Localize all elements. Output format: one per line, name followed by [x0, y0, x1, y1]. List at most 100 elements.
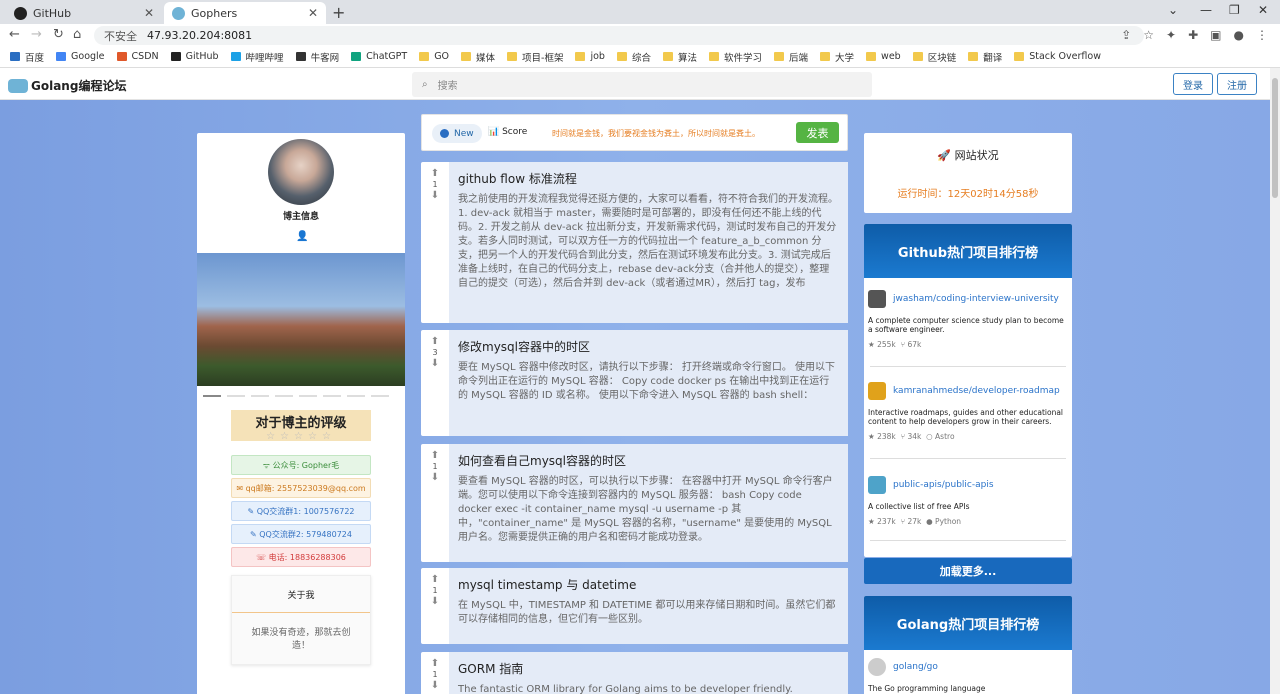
star-icon[interactable]: ☆: [1143, 28, 1154, 42]
bookmark-item[interactable]: 翻译: [968, 50, 1002, 64]
bookmark-item[interactable]: Stack Overflow: [1014, 51, 1101, 62]
post-title[interactable]: 如何查看自己mysql容器的时区: [458, 452, 838, 469]
site-logo[interactable]: Golang编程论坛: [8, 77, 126, 94]
page-scrollbar[interactable]: [1270, 68, 1280, 694]
vote-box: ⬆ 1 ⬇: [421, 568, 449, 644]
back-icon[interactable]: ←: [9, 27, 20, 42]
repo-desc: Interactive roadmaps, guides and other e…: [868, 408, 1064, 426]
extension-icon[interactable]: ✦: [1166, 28, 1176, 42]
post-card[interactable]: ⬆ 3 ⬇ 修改mysql容器中的时区要在 MySQL 容器中修改时区，请执行以下步骤…: [421, 330, 848, 436]
repo-link[interactable]: kamranahmedse/developer-roadmap: [868, 382, 1068, 400]
repo-desc: The Go programming language: [868, 684, 986, 693]
post-title[interactable]: 修改mysql容器中的时区: [458, 338, 838, 355]
forward-icon[interactable]: →: [31, 27, 42, 42]
bookmark-item[interactable]: GO: [419, 51, 449, 62]
carousel-dot[interactable]: [227, 395, 245, 397]
bookmark-item[interactable]: 大学: [820, 50, 854, 64]
bookmark-item[interactable]: 后端: [774, 50, 808, 64]
carousel-dot[interactable]: [203, 395, 221, 397]
chevron-down-icon[interactable]: ⌄: [1168, 3, 1178, 17]
carousel-dot[interactable]: [275, 395, 293, 397]
profile-avatar[interactable]: ●: [1234, 28, 1244, 42]
bookmark-item[interactable]: 综合: [616, 50, 651, 64]
post-card[interactable]: ⬆ 1 ⬇ GORM 指南 The fantastic ORM library for …: [421, 652, 848, 694]
search-input[interactable]: ⌕ 搜索: [412, 72, 872, 97]
downvote-icon[interactable]: ⬇: [431, 358, 439, 369]
tab-github[interactable]: GitHub ✕: [6, 2, 162, 24]
sidebar-icon[interactable]: ▣: [1210, 28, 1221, 42]
load-more-button[interactable]: 加载更多...: [864, 558, 1072, 584]
upvote-icon[interactable]: ⬆: [431, 574, 439, 585]
downvote-icon[interactable]: ⬇: [431, 680, 439, 691]
reload-icon[interactable]: ↻: [53, 27, 64, 42]
golang-ranking-card: Golang热门项目排行榜 golang/go The Go programmi…: [864, 596, 1072, 694]
repo-stats: ★ 238k ⑂ 34k ○ Astro: [868, 432, 1068, 441]
bookmark-item[interactable]: CSDN: [116, 51, 159, 62]
repo-link[interactable]: public-apis/public-apis: [868, 476, 1068, 494]
bookmark-item[interactable]: 软件学习: [709, 50, 762, 64]
vote-box: ⬆ 3 ⬇: [421, 330, 449, 436]
carousel-dot[interactable]: [323, 395, 341, 397]
scrollbar-thumb[interactable]: [1272, 78, 1278, 198]
repo-link[interactable]: jwasham/coding-interview-university: [868, 290, 1068, 308]
bookmark-item[interactable]: 媒体: [461, 50, 495, 64]
tab-new[interactable]: New: [432, 124, 482, 143]
bookmark-item[interactable]: 项目-框架: [507, 50, 563, 64]
bookmark-item[interactable]: GitHub: [170, 51, 219, 62]
post-button[interactable]: 发表: [796, 122, 839, 143]
post-card[interactable]: ⬆ 1 ⬇ 如何查看自己mysql容器的时区 要查看 MySQL 容器的时区，可以执行以…: [421, 444, 848, 562]
tab-gophers[interactable]: Gophers ✕: [164, 2, 326, 24]
user-icon[interactable]: 👤: [296, 231, 308, 242]
tab-score[interactable]: 📊 Score: [488, 127, 527, 137]
upvote-icon[interactable]: ⬆: [431, 658, 439, 669]
downvote-icon[interactable]: ⬇: [431, 472, 439, 483]
contact-qq-group-1: ✎ QQ交流群1: 1007576722: [231, 501, 371, 521]
carousel-indicators[interactable]: [203, 395, 389, 397]
bookmark-label: 翻译: [983, 52, 1003, 64]
carousel-dot[interactable]: [299, 395, 317, 397]
vote-box: ⬆ 1 ⬇: [421, 444, 449, 562]
bookmark-item[interactable]: 哔哩哔哩: [230, 50, 284, 64]
home-icon[interactable]: ⌂: [73, 27, 81, 42]
register-button[interactable]: 注册: [1217, 73, 1257, 95]
login-button[interactable]: 登录: [1173, 73, 1213, 95]
bookmark-item[interactable]: Google: [56, 51, 105, 62]
post-excerpt: 我之前使用的开发流程我觉得还挺方便的，大家可以看看，符不符合我们的开发流程。1.…: [458, 194, 838, 289]
post-excerpt: 要在 MySQL 容器中修改时区，请执行以下步骤： 打开终端或命令行窗口。 使用…: [458, 362, 836, 401]
post-title[interactable]: mysql timestamp 与 datetime: [458, 576, 838, 593]
repo-name: jwasham/coding-interview-university: [893, 294, 1059, 304]
carousel-dot[interactable]: [251, 395, 269, 397]
upvote-icon[interactable]: ⬆: [431, 336, 439, 347]
downvote-icon[interactable]: ⬇: [431, 596, 439, 607]
bookmark-item[interactable]: 区块链: [912, 50, 956, 64]
puzzle-icon[interactable]: ✚: [1188, 28, 1198, 42]
bookmark-item[interactable]: ChatGPT: [351, 51, 407, 62]
address-bar[interactable]: 不安全 47.93.20.204:8081: [94, 26, 1144, 45]
upvote-icon[interactable]: ⬆: [431, 168, 439, 179]
menu-icon[interactable]: ⋮: [1256, 28, 1268, 42]
bookmark-item[interactable]: web: [866, 51, 901, 62]
close-icon[interactable]: ✕: [144, 6, 154, 20]
close-window-button[interactable]: ✕: [1258, 3, 1268, 17]
browser-tab-bar: GitHub ✕ Gophers ✕ + ⌄ — ❐ ✕: [0, 0, 1280, 24]
post-title[interactable]: GORM 指南: [458, 660, 838, 677]
close-icon[interactable]: ✕: [308, 6, 318, 20]
repo-link[interactable]: golang/go: [868, 658, 1068, 676]
upvote-icon[interactable]: ⬆: [431, 450, 439, 461]
bookmark-item[interactable]: 百度: [10, 50, 44, 64]
post-title[interactable]: github flow 标准流程: [458, 170, 838, 187]
bookmark-item[interactable]: job: [575, 51, 605, 62]
bookmark-item[interactable]: 算法: [662, 50, 697, 64]
bookmark-item[interactable]: 牛客网: [295, 50, 339, 64]
share-icon[interactable]: ⇪: [1121, 28, 1131, 42]
downvote-icon[interactable]: ⬇: [431, 190, 439, 201]
carousel-dot[interactable]: [347, 395, 365, 397]
minimize-button[interactable]: —: [1200, 3, 1212, 17]
new-tab-button[interactable]: +: [332, 3, 345, 22]
rating-stars[interactable]: ☆☆☆☆☆: [231, 431, 371, 442]
post-card[interactable]: ⬆ 1 ⬇ mysql timestamp 与 datetime 在 MySQL 中，T…: [421, 568, 848, 644]
bookmark-label: 哔哩哔哩: [245, 52, 284, 64]
post-card[interactable]: ⬆ 1 ⬇ github flow 标准流程 我之前使用的开发流程我觉得还挺方便的，大家…: [421, 162, 848, 323]
carousel-dot[interactable]: [371, 395, 389, 397]
maximize-button[interactable]: ❐: [1229, 3, 1240, 17]
